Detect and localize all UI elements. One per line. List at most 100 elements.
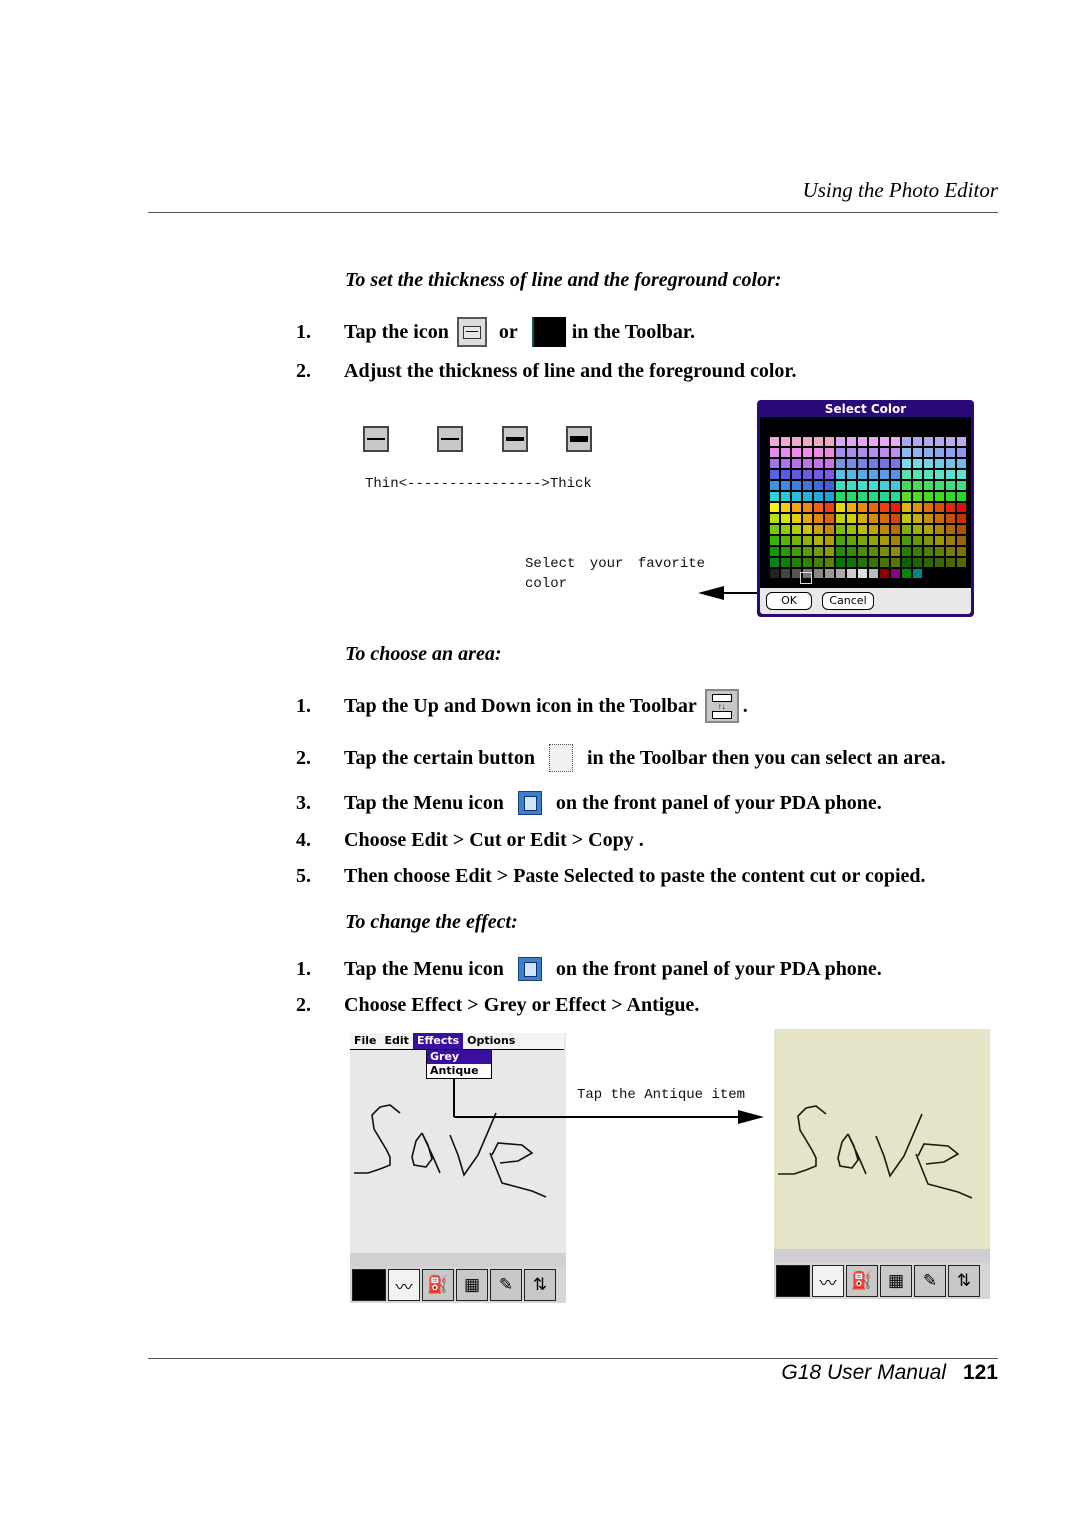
color-swatch[interactable] xyxy=(770,536,779,545)
color-swatch[interactable] xyxy=(770,547,779,556)
color-swatch[interactable] xyxy=(781,514,790,523)
color-swatch[interactable] xyxy=(847,536,856,545)
color-swatch[interactable] xyxy=(792,470,801,479)
color-swatch[interactable] xyxy=(858,558,867,567)
color-swatch[interactable] xyxy=(880,547,889,556)
menu-item-antique[interactable]: Antique xyxy=(427,1064,491,1078)
color-swatch[interactable] xyxy=(781,437,790,446)
color-swatch[interactable] xyxy=(902,437,911,446)
color-swatch[interactable] xyxy=(891,536,900,545)
color-swatch[interactable] xyxy=(902,547,911,556)
color-swatch[interactable] xyxy=(803,514,812,523)
color-swatch[interactable] xyxy=(814,503,823,512)
color-swatch[interactable] xyxy=(781,536,790,545)
color-swatch[interactable] xyxy=(880,536,889,545)
color-swatch[interactable] xyxy=(825,481,834,490)
color-swatch[interactable] xyxy=(891,514,900,523)
color-swatch[interactable] xyxy=(770,569,779,578)
pen-line-icon[interactable]: 〰 xyxy=(388,1269,420,1301)
color-swatch[interactable] xyxy=(781,459,790,468)
color-swatch[interactable] xyxy=(946,514,955,523)
color-swatch[interactable] xyxy=(935,503,944,512)
stamp-icon[interactable]: ⛽ xyxy=(422,1269,454,1301)
color-swatch[interactable] xyxy=(957,514,966,523)
color-swatch[interactable] xyxy=(847,437,856,446)
color-swatch[interactable] xyxy=(836,437,845,446)
color-swatch[interactable] xyxy=(924,492,933,501)
color-swatch[interactable] xyxy=(847,470,856,479)
color-swatch[interactable] xyxy=(913,503,922,512)
color-swatch[interactable] xyxy=(814,470,823,479)
color-swatch[interactable] xyxy=(924,525,933,534)
color-swatch[interactable] xyxy=(858,525,867,534)
color-swatch[interactable] xyxy=(880,448,889,457)
color-swatch[interactable] xyxy=(770,448,779,457)
color-swatch[interactable] xyxy=(847,492,856,501)
color-swatch[interactable] xyxy=(781,525,790,534)
color-swatch[interactable] xyxy=(924,514,933,523)
color-swatch[interactable] xyxy=(957,492,966,501)
color-swatch[interactable] xyxy=(847,514,856,523)
color-swatch[interactable] xyxy=(869,481,878,490)
color-swatch[interactable] xyxy=(814,536,823,545)
color-swatch[interactable] xyxy=(902,569,911,578)
color-swatch[interactable] xyxy=(891,437,900,446)
color-swatch[interactable] xyxy=(902,536,911,545)
color-swatch[interactable] xyxy=(847,547,856,556)
color-swatch[interactable] xyxy=(858,470,867,479)
color-swatch[interactable] xyxy=(902,525,911,534)
color-swatch[interactable] xyxy=(957,536,966,545)
color-swatch[interactable] xyxy=(869,569,878,578)
color-swatch[interactable] xyxy=(913,514,922,523)
color-swatch[interactable] xyxy=(946,558,955,567)
color-swatch[interactable] xyxy=(924,503,933,512)
color-swatch[interactable] xyxy=(935,470,944,479)
color-swatch[interactable] xyxy=(803,558,812,567)
color-swatch[interactable] xyxy=(781,448,790,457)
color-swatch[interactable] xyxy=(792,492,801,501)
color-swatch[interactable] xyxy=(913,437,922,446)
color-swatch[interactable] xyxy=(946,492,955,501)
color-swatch[interactable] xyxy=(880,459,889,468)
color-swatch[interactable] xyxy=(814,569,823,578)
color-swatch[interactable] xyxy=(913,492,922,501)
color-swatch[interactable] xyxy=(869,514,878,523)
color-swatch[interactable] xyxy=(858,448,867,457)
color-swatch[interactable] xyxy=(946,470,955,479)
pen-brush-icon[interactable]: ✎ xyxy=(490,1269,522,1301)
color-swatch[interactable] xyxy=(792,448,801,457)
color-swatch[interactable] xyxy=(869,437,878,446)
color-swatch[interactable] xyxy=(880,470,889,479)
color-swatch[interactable] xyxy=(946,448,955,457)
up-down-icon[interactable]: ⇅ xyxy=(948,1265,980,1297)
color-swatch[interactable] xyxy=(858,481,867,490)
color-swatch[interactable] xyxy=(858,514,867,523)
color-swatch[interactable] xyxy=(792,514,801,523)
color-swatch[interactable] xyxy=(803,459,812,468)
color-swatch[interactable] xyxy=(836,470,845,479)
color-swatch[interactable] xyxy=(781,470,790,479)
color-swatch[interactable] xyxy=(902,503,911,512)
color-swatch[interactable] xyxy=(924,437,933,446)
color-swatch[interactable] xyxy=(902,481,911,490)
color-swatch[interactable] xyxy=(891,558,900,567)
color-swatch[interactable] xyxy=(946,481,955,490)
color-swatch[interactable] xyxy=(935,547,944,556)
color-swatch[interactable] xyxy=(781,503,790,512)
color-swatch[interactable] xyxy=(803,503,812,512)
color-swatch[interactable] xyxy=(825,470,834,479)
color-swatch[interactable] xyxy=(869,448,878,457)
color-swatch[interactable] xyxy=(770,481,779,490)
color-swatch[interactable] xyxy=(935,481,944,490)
color-swatch[interactable] xyxy=(902,558,911,567)
color-swatch[interactable] xyxy=(847,459,856,468)
color-swatch[interactable] xyxy=(902,514,911,523)
color-swatch[interactable] xyxy=(924,536,933,545)
color-swatch[interactable] xyxy=(847,503,856,512)
color-swatch[interactable] xyxy=(913,481,922,490)
color-swatch[interactable] xyxy=(781,481,790,490)
color-swatch[interactable] xyxy=(814,558,823,567)
color-swatch[interactable] xyxy=(792,481,801,490)
color-swatch[interactable] xyxy=(770,437,779,446)
color-swatch[interactable] xyxy=(913,448,922,457)
